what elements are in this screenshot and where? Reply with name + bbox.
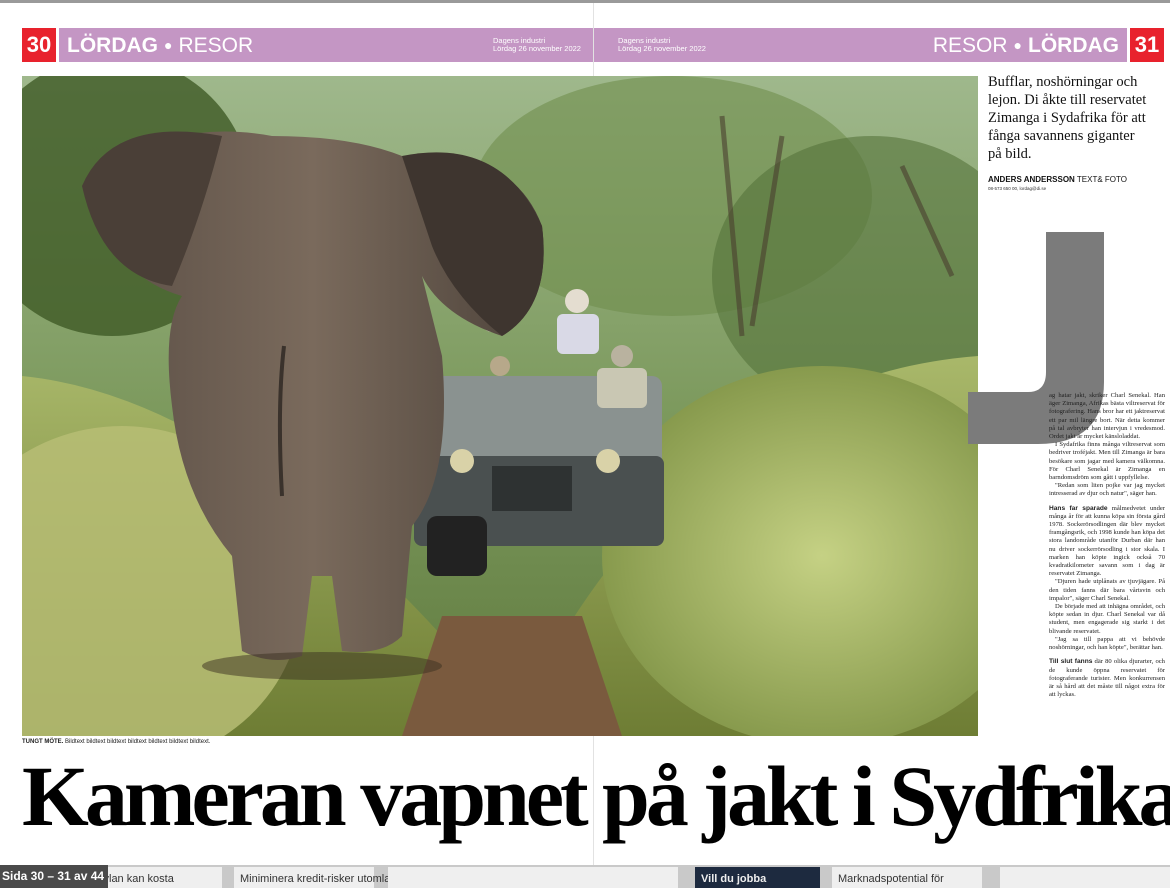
right-section-header: Dagens industri Lördag 26 november 2022 … — [594, 28, 1127, 62]
viewer-top-rule — [0, 0, 1170, 3]
right-publication-info: Dagens industri Lördag 26 november 2022 — [618, 37, 706, 53]
page-thumbnail[interactable]: Miniminera kredit-risker utomlands — [234, 867, 408, 888]
body-paragraph: I Sydafrika finns många viltreservat som… — [1049, 441, 1165, 482]
byline-name: ANDERS ANDERSSON — [988, 175, 1075, 184]
elephant-safari-photo — [22, 76, 978, 736]
page-thumbnail[interactable] — [388, 867, 678, 888]
right-page-number: 31 — [1130, 28, 1164, 62]
page-thumbnail[interactable]: Marknadspotential för — [832, 867, 982, 888]
subhead-lead: Till slut fanns — [1049, 658, 1093, 666]
bullet-icon: ● — [164, 37, 173, 53]
article-ingress: Bufflar, noshörningar och lejon. Di åkte… — [988, 74, 1147, 162]
left-section-label: LÖRDAG ● RESOR — [67, 28, 253, 63]
subhead-lead: Hans far sparade — [1049, 504, 1108, 512]
headline-left: Kameran vapnet — [22, 748, 589, 844]
body-paragraph: "Redan som liten pojke var jag mycket in… — [1049, 482, 1165, 498]
byline-contact: 08-573 650 00, lordag@di.se — [988, 186, 1047, 191]
caption-lead: TUNGT MÖTE. — [22, 739, 64, 745]
body-paragraph: "Djuren hade utplånats av tjuvjägare. På… — [1049, 578, 1165, 602]
left-section-header: LÖRDAG ● RESOR Dagens industri Lördag 26 n… — [59, 28, 593, 62]
page-thumbnail-strip: kylan kan kosta Miniminera kredit-risker… — [0, 865, 1170, 888]
page-thumbnail[interactable]: Vill du jobba — [695, 867, 820, 888]
publication-date: Lördag 26 november 2022 — [493, 44, 581, 53]
headline-right: på jakt i Sydfrika — [602, 748, 1170, 844]
body-paragraph: De började med att inhägna området, och … — [1049, 603, 1165, 635]
photo-caption: TUNGT MÖTE. Bildtext bildtext bildtext b… — [22, 739, 210, 745]
thumbnail-text: Miniminera kredit-risker utomlands — [240, 873, 409, 885]
body-text: målmedvetet under många år för att kunna… — [1049, 504, 1165, 578]
byline: ANDERS ANDERSSON TEXT& FOTO — [988, 175, 1127, 184]
thumbnail-text: Marknadspotential för — [838, 873, 944, 885]
body-paragraph: Till slut fanns där 80 olika djurarter, … — [1049, 658, 1165, 699]
day-label: LÖRDAG — [67, 34, 158, 57]
page-thumbnail[interactable]: kylan kan kosta — [92, 867, 222, 888]
body-paragraph: ag hatar jakt, skriker Charl Senekal. Ha… — [1049, 392, 1165, 441]
body-paragraph: Hans far sparade målmedvetet under många… — [1049, 505, 1165, 579]
left-publication-info: Dagens industri Lördag 26 november 2022 — [493, 37, 581, 53]
thumbnail-text: Vill du jobba — [701, 873, 767, 885]
section-label: RESOR — [932, 34, 1008, 57]
publication-date: Lördag 26 november 2022 — [618, 44, 706, 53]
drop-cap-text: J — [968, 232, 969, 233]
thumbnail-text: kylan kan kosta — [98, 873, 174, 885]
section-label: RESOR — [178, 34, 254, 57]
right-section-label: RESOR ● LÖRDAG — [933, 28, 1119, 63]
body-paragraph: "Jag sa till pappa att vi behövde noshör… — [1049, 635, 1165, 652]
bullet-icon: ● — [1013, 37, 1022, 53]
byline-role: TEXT& FOTO — [1076, 175, 1127, 184]
page-thumbnail[interactable] — [1000, 867, 1170, 888]
article-body: ag hatar jakt, skriker Charl Senekal. Ha… — [1049, 392, 1165, 699]
day-label: LÖRDAG — [1028, 34, 1119, 57]
left-page-number: 30 — [22, 28, 56, 62]
page-indicator: Sida 30 – 31 av 44 — [0, 865, 109, 888]
caption-text: Bildtext bildtext bildtext bildtext bild… — [65, 739, 211, 745]
